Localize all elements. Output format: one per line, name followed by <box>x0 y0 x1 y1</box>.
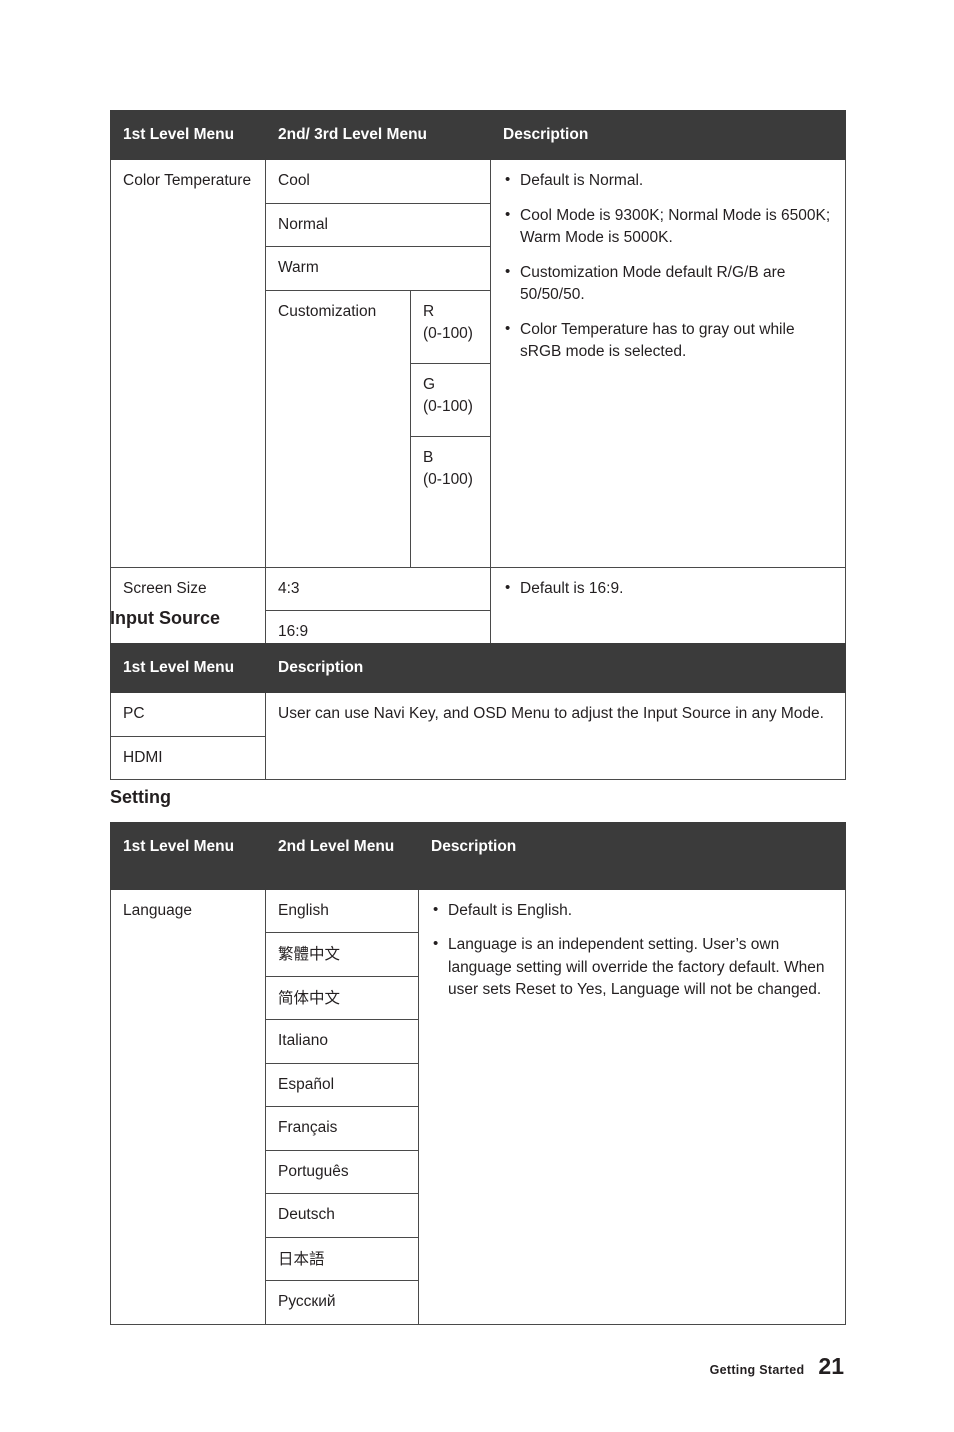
description-item: Cool Mode is 9300K; Normal Mode is 6500K… <box>503 204 833 250</box>
column-header-description: Description <box>265 642 846 694</box>
cell-language: Language <box>110 889 266 1325</box>
cell-red-range: R (0-100) <box>409 289 492 364</box>
cell-language-spanish: Español <box>265 1062 419 1108</box>
column-header-level1: 1st Level Menu <box>110 109 266 161</box>
table-row: Language English Default is English. Lan… <box>110 888 846 1325</box>
column-header-level1: 1st Level Menu <box>110 822 266 890</box>
section-title-setting: Setting <box>110 787 171 807</box>
table-row: Screen Size 4:3 Default is 16:9. <box>110 566 847 655</box>
footer-page-number: 21 <box>818 1353 844 1379</box>
cell-customization: Customization <box>265 289 411 568</box>
table-header-row: 1st Level Menu 2nd/ 3rd Level Menu Descr… <box>110 109 847 161</box>
description-item: Default is 16:9. <box>503 577 833 600</box>
cell-color-temperature-description: Default is Normal. Cool Mode is 9300K; N… <box>490 159 847 568</box>
description-list: Default is Normal. Cool Mode is 9300K; N… <box>503 169 833 364</box>
green-range: (0-100) <box>423 398 473 416</box>
column-header-level2: 2nd Level Menu <box>265 822 419 890</box>
cell-hdmi: HDMI <box>110 735 266 781</box>
footer-section-label: Getting Started <box>709 1363 805 1377</box>
cell-language-english: English <box>265 888 419 934</box>
cell-normal: Normal <box>264 202 492 248</box>
table-row: Color Temperature Cool Default is Normal… <box>110 159 847 568</box>
table-row: PC User can use Navi Key, and OSD Menu t… <box>110 692 846 781</box>
column-header-level2: 2nd/ 3rd Level Menu <box>264 109 492 161</box>
cell-language-traditional-chinese: 繁體中文 <box>265 932 419 977</box>
red-range: (0-100) <box>423 325 473 343</box>
column-header-description: Description <box>490 109 847 161</box>
table-header-row: 1st Level Menu Description <box>110 642 846 694</box>
table-header-row: 1st Level Menu 2nd Level Menu Descriptio… <box>110 822 846 890</box>
green-label: G <box>423 375 436 393</box>
cell-blue-range: B (0-100) <box>409 435 492 568</box>
description-list: Default is 16:9. <box>503 577 833 600</box>
cell-green-range: G (0-100) <box>409 362 492 437</box>
cell-cool: Cool <box>264 159 492 204</box>
cell-input-source-description: User can use Navi Key, and OSD Menu to a… <box>265 692 846 781</box>
description-item: Default is Normal. <box>503 169 833 192</box>
description-item: Language is an independent setting. User… <box>431 933 833 1001</box>
description-item: Color Temperature has to gray out while … <box>503 318 833 364</box>
description-list: Default is English. Language is an indep… <box>431 899 833 1002</box>
cell-language-russian: Русский <box>265 1280 419 1325</box>
cell-language-italian: Italiano <box>265 1019 419 1064</box>
column-header-description: Description <box>418 822 846 890</box>
cell-language-description: Default is English. Language is an indep… <box>418 889 846 1325</box>
blue-range: (0-100) <box>423 471 473 489</box>
blue-label: B <box>423 448 434 466</box>
cell-ratio-4-3: 4:3 <box>264 566 492 612</box>
section-title-input-source: Input Source <box>110 608 221 628</box>
red-label: R <box>423 302 435 320</box>
cell-language-german: Deutsch <box>265 1193 419 1238</box>
description-item: Default is English. <box>431 899 833 922</box>
cell-language-japanese: 日本語 <box>265 1236 419 1282</box>
column-header-level1: 1st Level Menu <box>110 642 266 694</box>
input-source-table: 1st Level Menu Description PC User can u… <box>110 642 846 781</box>
cell-language-simplified-chinese: 简体中文 <box>265 975 419 1021</box>
setting-table: 1st Level Menu 2nd Level Menu Descriptio… <box>110 822 846 1325</box>
cell-color-temperature: Color Temperature <box>110 159 266 568</box>
cell-language-portuguese: Português <box>265 1149 419 1195</box>
cell-screen-size-description: Default is 16:9. <box>490 566 847 655</box>
color-temperature-table: 1st Level Menu 2nd/ 3rd Level Menu Descr… <box>110 109 847 655</box>
cell-warm: Warm <box>264 246 492 291</box>
document-page: 1st Level Menu 2nd/ 3rd Level Menu Descr… <box>0 0 954 1432</box>
cell-pc: PC <box>110 692 266 737</box>
page-footer: Getting Started 21 <box>710 1353 844 1380</box>
cell-language-french: Français <box>265 1106 419 1151</box>
description-item: Customization Mode default R/G/B are 50/… <box>503 261 833 307</box>
